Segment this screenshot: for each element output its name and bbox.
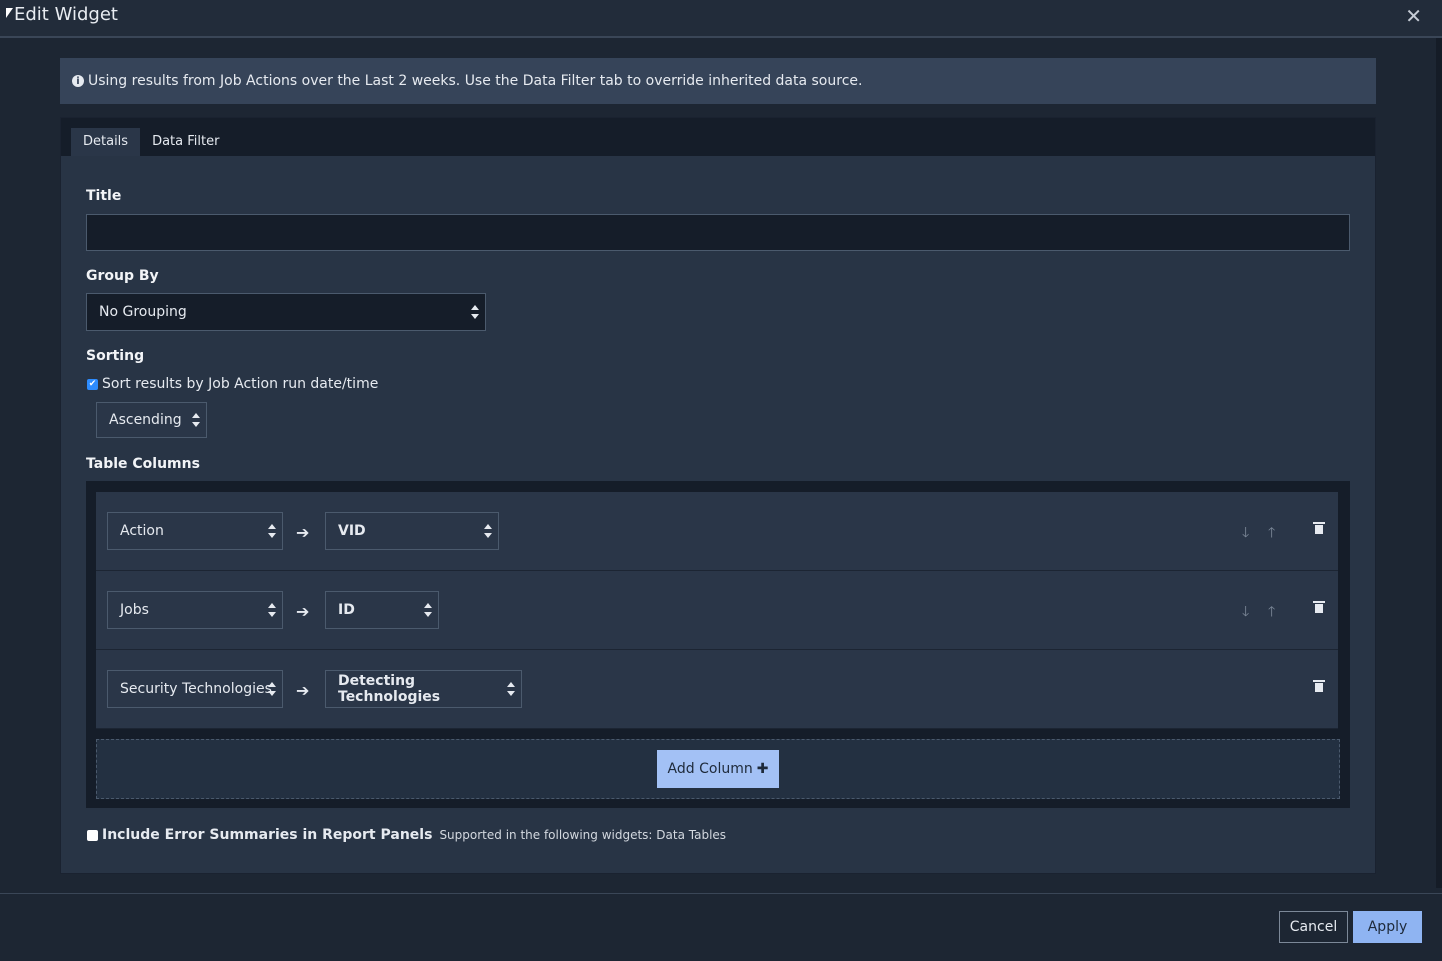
select-arrows-icon	[268, 603, 276, 617]
column-field-select[interactable]: ID	[325, 591, 439, 629]
select-arrows-icon	[507, 682, 515, 696]
select-arrows-icon	[424, 603, 432, 617]
sorting-label: Sorting	[86, 348, 145, 364]
title-label: Title	[86, 188, 122, 204]
column-field-select[interactable]: VID	[325, 512, 499, 550]
group-by-value: No Grouping	[99, 304, 187, 320]
select-arrows-icon	[268, 682, 276, 696]
mouse-cursor-icon	[6, 8, 13, 18]
group-by-select[interactable]: No Grouping	[86, 293, 486, 331]
table-columns-label: Table Columns	[86, 456, 200, 472]
column-row: Jobs ➔ ID 🡓 🡑	[96, 571, 1338, 650]
arrow-right-icon: ➔	[296, 523, 310, 542]
error-summary-note: Supported in the following widgets: Data…	[439, 828, 727, 842]
select-arrows-icon	[268, 524, 276, 538]
column-field-value: ID	[338, 602, 355, 618]
move-down-icon[interactable]: 🡓	[1242, 522, 1249, 546]
column-source-select[interactable]: Jobs	[107, 591, 283, 629]
info-text: Using results from Job Actions over the …	[88, 73, 863, 89]
error-summary-checkbox[interactable]	[87, 829, 98, 841]
footer-divider	[0, 893, 1442, 894]
error-summary-label: Include Error Summaries in Report Panels	[102, 827, 433, 843]
close-icon[interactable]: ✕	[1405, 4, 1422, 28]
move-down-icon[interactable]: 🡓	[1242, 601, 1249, 625]
info-banner: i Using results from Job Actions over th…	[60, 58, 1376, 104]
plus-icon: ✚	[756, 761, 769, 777]
select-arrows-icon	[192, 413, 200, 427]
arrow-right-icon: ➔	[296, 681, 310, 700]
column-source-value: Security Technologies	[120, 681, 272, 697]
trash-icon[interactable]	[1313, 522, 1325, 534]
column-row: Action ➔ VID 🡓 🡑	[96, 492, 1338, 571]
group-by-label: Group By	[86, 268, 159, 284]
add-column-button[interactable]: Add Column ✚	[657, 750, 779, 788]
info-icon: i	[72, 75, 84, 87]
column-field-value: Detecting Technologies	[338, 673, 441, 705]
apply-button[interactable]: Apply	[1353, 911, 1422, 943]
dialog-title: Edit Widget	[14, 4, 118, 25]
move-up-icon[interactable]: 🡑	[1268, 522, 1275, 546]
arrow-right-icon: ➔	[296, 602, 310, 621]
add-column-dropzone: Add Column ✚	[96, 739, 1340, 799]
tab-details[interactable]: Details	[71, 128, 141, 156]
column-source-value: Jobs	[120, 602, 149, 618]
tab-data-filter[interactable]: Data Filter	[140, 128, 231, 156]
trash-icon[interactable]	[1313, 680, 1325, 692]
sort-order-value: Ascending	[109, 412, 182, 428]
error-summary-row[interactable]: Include Error Summaries in Report Panels…	[87, 827, 726, 843]
add-column-label: Add Column	[667, 761, 753, 777]
dialog-header: Edit Widget ✕	[0, 0, 1442, 38]
column-source-select[interactable]: Security Technologies	[107, 670, 283, 708]
trash-icon[interactable]	[1313, 601, 1325, 613]
select-arrows-icon	[484, 524, 492, 538]
column-source-value: Action	[120, 523, 164, 539]
sort-order-select[interactable]: Ascending	[96, 402, 207, 438]
tab-bar: Details Data Filter	[61, 118, 1375, 156]
column-field-select[interactable]: Detecting Technologies	[325, 670, 522, 708]
sort-checkbox[interactable]: ✔	[87, 378, 98, 390]
column-source-select[interactable]: Action	[107, 512, 283, 550]
scrollbar[interactable]	[1436, 38, 1442, 888]
title-input[interactable]	[86, 214, 1350, 251]
column-row: Security Technologies ➔ Detecting Techno…	[96, 650, 1338, 729]
move-up-icon[interactable]: 🡑	[1268, 601, 1275, 625]
sort-checkbox-row[interactable]: ✔ Sort results by Job Action run date/ti…	[87, 376, 378, 392]
cancel-button[interactable]: Cancel	[1279, 911, 1348, 943]
sort-checkbox-label: Sort results by Job Action run date/time	[102, 376, 379, 392]
column-field-value: VID	[338, 523, 366, 539]
select-arrows-icon	[471, 305, 479, 319]
